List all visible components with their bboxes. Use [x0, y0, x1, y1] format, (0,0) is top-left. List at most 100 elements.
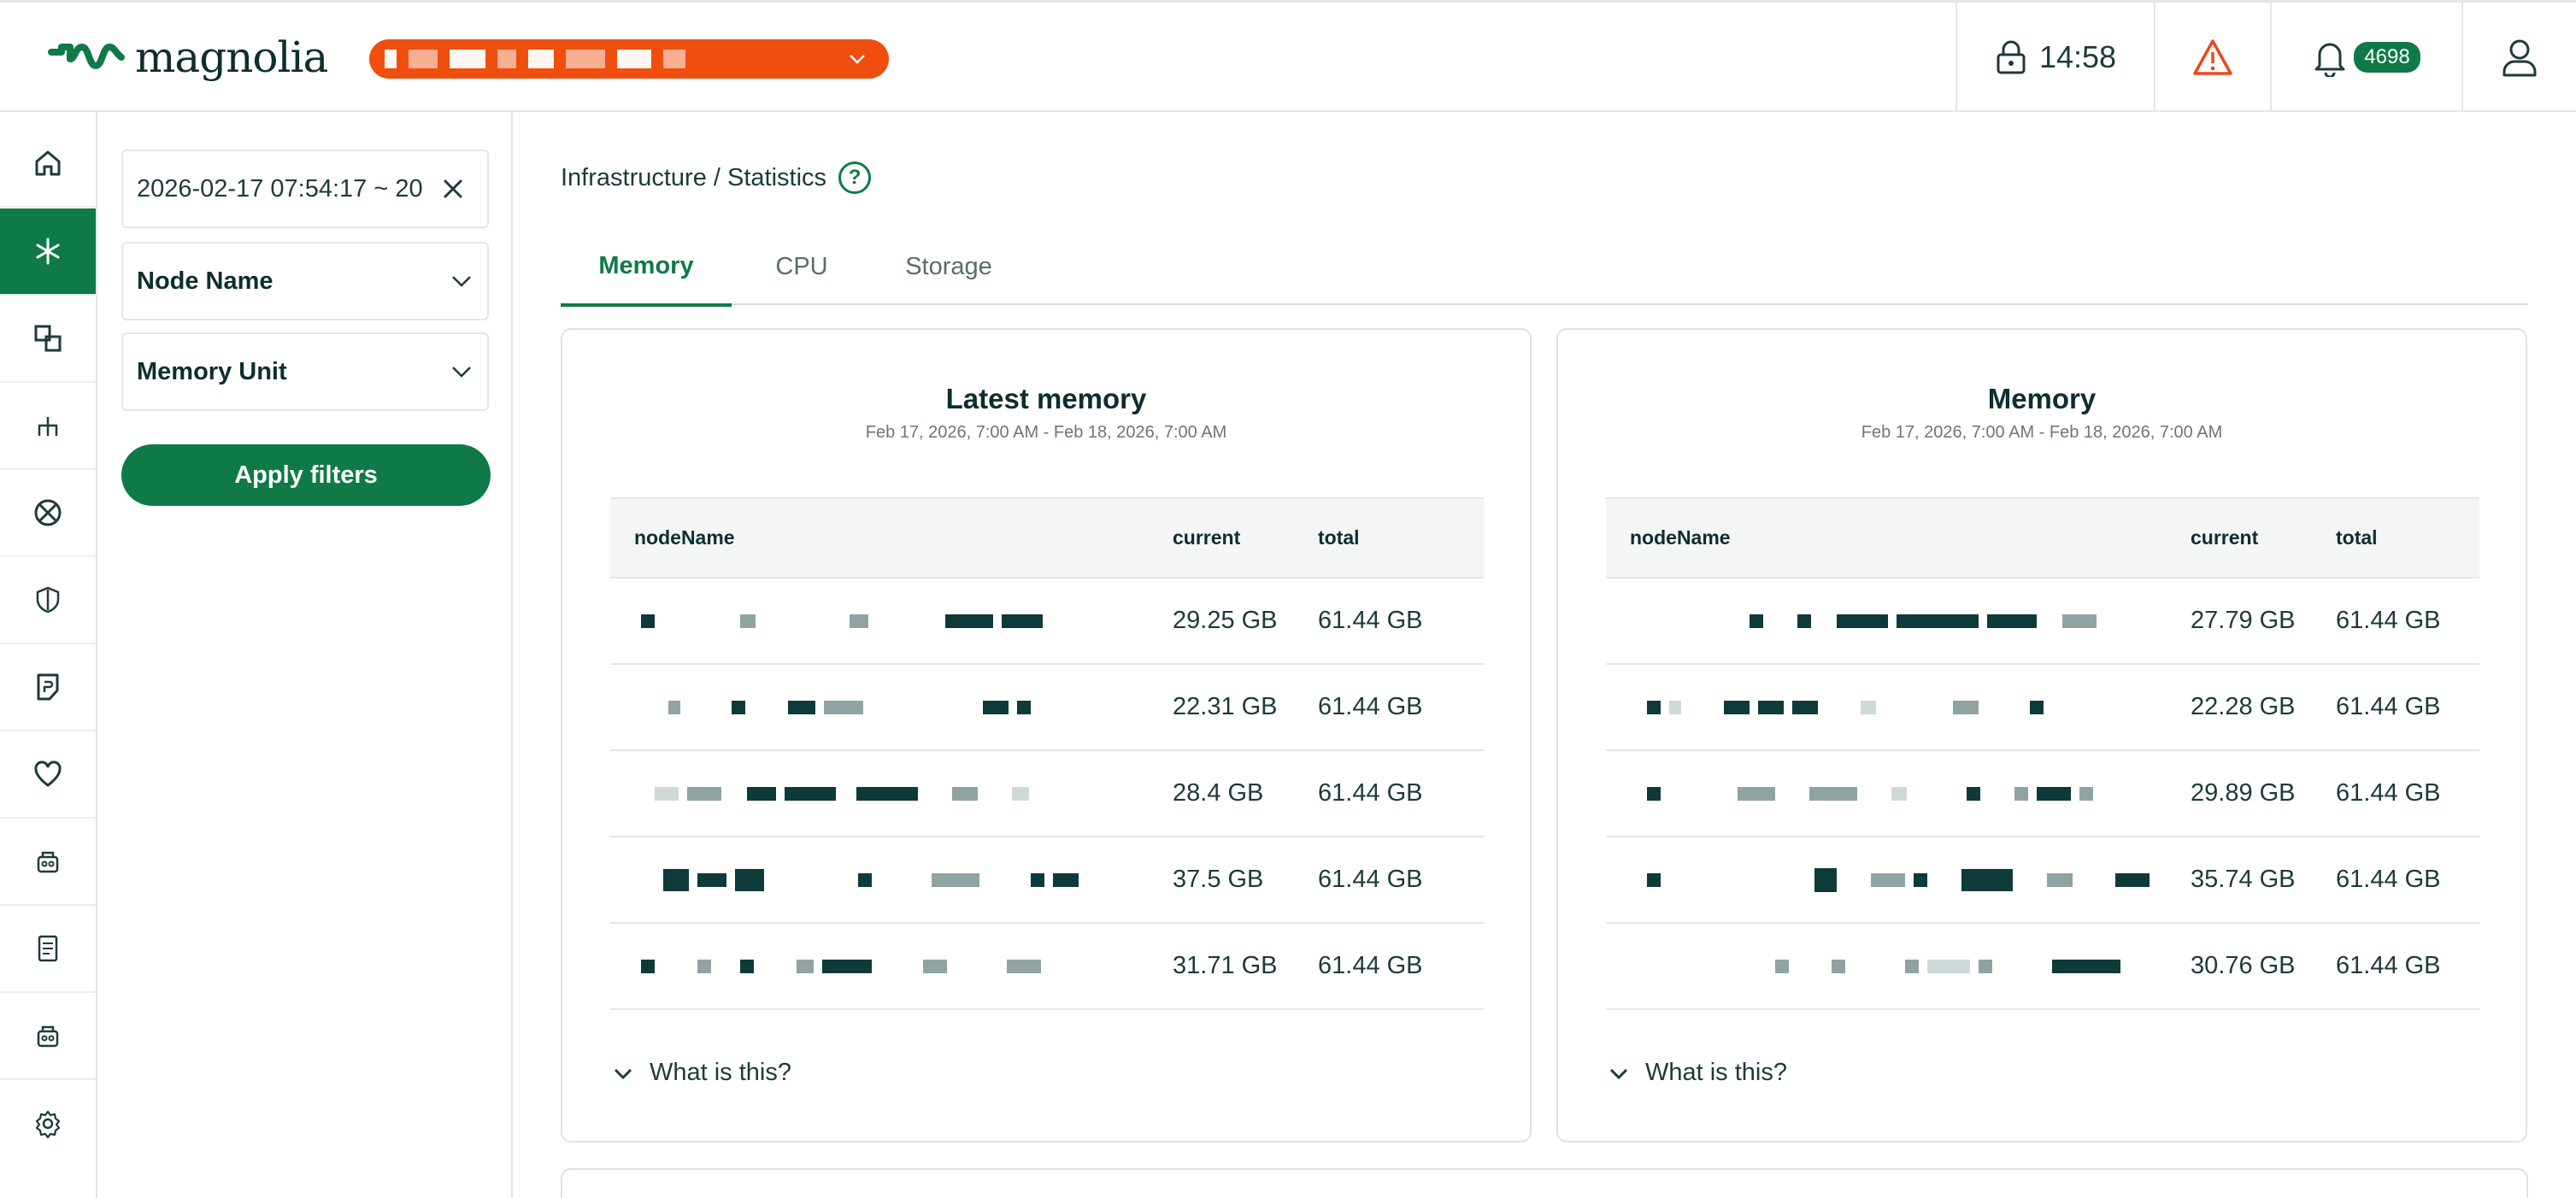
rail-security[interactable]: [0, 557, 96, 644]
table-row: 22.28 GB 61.44 GB: [1606, 664, 2479, 751]
memory-table: nodeName current total 27.79 GB 61.44 GB…: [1606, 497, 2479, 1010]
rail-health[interactable]: [0, 731, 96, 819]
rail-network[interactable]: [0, 383, 96, 470]
table-row: 22.31 GB 61.44 GB: [610, 664, 1484, 751]
current-value: 29.89 GB: [2158, 750, 2312, 837]
card-subtitle: Feb 17, 2026, 7:00 AM - Feb 18, 2026, 7:…: [865, 423, 1227, 442]
rail-global[interactable]: [0, 470, 96, 557]
rail-agents[interactable]: [0, 993, 96, 1080]
what-is-this-toggle[interactable]: What is this?: [612, 1059, 791, 1087]
help-icon[interactable]: ?: [838, 161, 872, 194]
what-is-this-label: What is this?: [1645, 1059, 1787, 1086]
table-row: 31.71 GB 61.44 GB: [610, 923, 1484, 1010]
heart-icon: [34, 760, 62, 787]
total-value: 61.44 GB: [2312, 664, 2479, 751]
table-row: 35.74 GB 61.44 GB: [1606, 837, 2479, 924]
table-header-row: nodeName current total: [610, 497, 1484, 578]
total-value: 61.44 GB: [2312, 578, 2479, 665]
warning-icon: [2193, 39, 2232, 75]
node-name-label: Node Name: [137, 267, 273, 295]
home-icon: [35, 150, 61, 176]
column-header[interactable]: nodeName: [1606, 497, 2158, 578]
shield-icon: [36, 586, 60, 614]
rail-settings[interactable]: [0, 1080, 96, 1167]
gear-icon: [35, 1110, 61, 1139]
rail-resources[interactable]: [0, 296, 96, 383]
alerts-button[interactable]: [2154, 3, 2270, 112]
redacted-node-name: [634, 863, 1140, 897]
clock-text: 14:58: [2038, 39, 2117, 74]
rail-home[interactable]: [0, 120, 96, 208]
table-row: 29.89 GB 61.44 GB: [1606, 750, 2479, 837]
layers-icon: [34, 325, 62, 352]
total-value: 61.44 GB: [1294, 664, 1484, 751]
redacted-node-name: [1630, 777, 2158, 811]
what-is-this-toggle[interactable]: What is this?: [1608, 1059, 1787, 1087]
globe-icon: [34, 499, 62, 526]
date-range-input[interactable]: 2026-02-17 07:54:17 ~ 2026-02-18 07:54:1…: [121, 150, 489, 228]
table-row: 37.5 GB 61.44 GB: [610, 837, 1484, 924]
user-icon: [2502, 39, 2537, 77]
user-menu-button[interactable]: [2461, 3, 2576, 112]
top-bar: magnolia 14:58 4698: [0, 0, 2576, 112]
main-content: Infrastructure / Statistics ? Memory CPU…: [513, 112, 2576, 1198]
column-header[interactable]: total: [1294, 497, 1484, 578]
current-value: 30.76 GB: [2158, 923, 2312, 1010]
column-header[interactable]: current: [1140, 497, 1294, 578]
network-icon: [38, 417, 58, 436]
tab-memory[interactable]: Memory: [561, 228, 732, 307]
next-card: [561, 1168, 2528, 1198]
column-header[interactable]: current: [2158, 497, 2312, 578]
table-header-row: nodeName current total: [1606, 497, 2479, 578]
table-row: 30.76 GB 61.44 GB: [1606, 923, 2479, 1010]
memory-card: Memory Feb 17, 2026, 7:00 AM - Feb 18, 2…: [1556, 328, 2527, 1142]
current-value: 22.28 GB: [2158, 664, 2312, 751]
column-header[interactable]: nodeName: [610, 497, 1140, 578]
total-value: 61.44 GB: [2312, 750, 2479, 837]
tab-bar: Memory CPU Storage: [561, 228, 2528, 307]
close-icon[interactable]: [438, 173, 468, 204]
total-value: 61.44 GB: [1294, 923, 1484, 1010]
redacted-node-name: [1630, 863, 2158, 897]
environment-selector[interactable]: [369, 39, 889, 79]
memory-unit-label: Memory Unit: [137, 357, 287, 385]
asterisk-icon: [36, 238, 60, 265]
total-value: 61.44 GB: [1294, 578, 1484, 665]
tab-cpu[interactable]: CPU: [752, 228, 851, 305]
notifications-button[interactable]: 4698: [2270, 3, 2461, 112]
rail-notes[interactable]: [0, 644, 96, 731]
memory-unit-select[interactable]: Memory Unit: [121, 332, 489, 411]
filter-panel: 2026-02-17 07:54:17 ~ 2026-02-18 07:54:1…: [97, 112, 513, 1198]
brand-logo[interactable]: magnolia: [48, 32, 328, 83]
total-value: 61.44 GB: [2312, 923, 2479, 1010]
total-value: 61.44 GB: [1294, 750, 1484, 837]
breadcrumb-text: Infrastructure / Statistics: [561, 163, 827, 191]
card-title: Latest memory: [945, 383, 1147, 414]
tab-storage[interactable]: Storage: [879, 228, 1019, 305]
rail-documents[interactable]: [0, 906, 96, 993]
memory-table: nodeName current total 29.25 GB 61.44 GB…: [610, 497, 1484, 1010]
rail-infrastructure[interactable]: [0, 208, 96, 296]
current-value: 31.71 GB: [1140, 923, 1294, 1010]
current-value: 37.5 GB: [1140, 837, 1294, 924]
total-value: 61.44 GB: [2312, 837, 2479, 924]
current-value: 29.25 GB: [1140, 578, 1294, 665]
table-row: 29.25 GB 61.44 GB: [610, 578, 1484, 665]
latest-memory-card: Latest memory Feb 17, 2026, 7:00 AM - Fe…: [561, 328, 1532, 1142]
chevron-down-icon: [614, 1068, 632, 1079]
current-value: 27.79 GB: [2158, 578, 2312, 665]
redacted-node-name: [634, 777, 1140, 811]
node-name-select[interactable]: Node Name: [121, 242, 489, 320]
redacted-node-name: [634, 604, 1140, 638]
current-value: 35.74 GB: [2158, 837, 2312, 924]
current-value: 22.31 GB: [1140, 664, 1294, 751]
column-header[interactable]: total: [2312, 497, 2479, 578]
chevron-down-icon: [1609, 1068, 1628, 1079]
lock-icon: [1997, 40, 2026, 74]
redacted-node-name: [1630, 604, 2158, 638]
apply-filters-button[interactable]: Apply filters: [121, 444, 491, 506]
session-timer[interactable]: 14:58: [1956, 3, 2154, 112]
rail-automation[interactable]: [0, 819, 96, 906]
brand-name: magnolia: [135, 32, 328, 82]
logo-mark-icon: [48, 44, 125, 69]
